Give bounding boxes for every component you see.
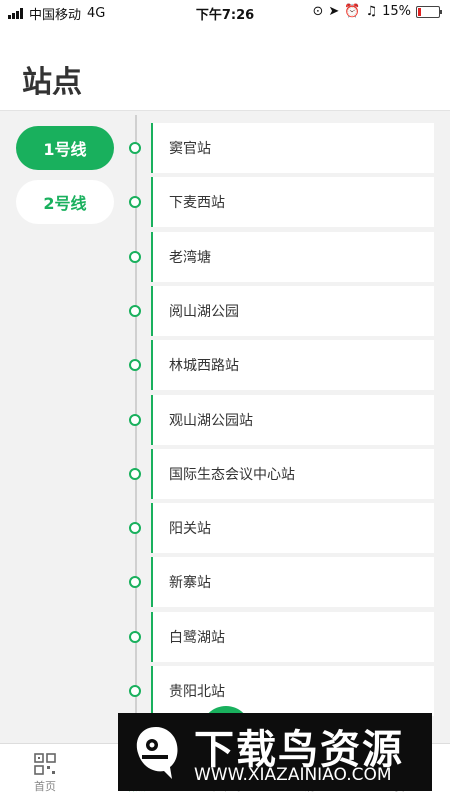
station-name: 白鹭湖站 — [151, 611, 434, 662]
station-row[interactable]: 国际生态会议中心站 — [128, 448, 434, 499]
watermark-banner: 下载鸟资源 WWW.XIAZAINIAO.COM — [118, 713, 432, 791]
station-dot-icon — [129, 522, 141, 535]
station-row[interactable]: 新寨站 — [128, 557, 434, 608]
line-tab-1[interactable]: 1号线 — [16, 126, 114, 170]
station-row[interactable]: 阳关站 — [128, 503, 434, 554]
station-row[interactable]: 窦官站 — [128, 123, 434, 173]
station-name: 下麦西站 — [151, 177, 434, 228]
lock-rotation-icon: ⊙ — [312, 4, 324, 19]
station-row[interactable]: 老湾塘 — [128, 231, 434, 282]
line-tab-2[interactable]: 2号线 — [16, 180, 114, 224]
station-row[interactable]: 观山湖公园站 — [128, 394, 434, 445]
status-right: ⊙ ➤ ⏰ ♫ 15% — [312, 4, 442, 19]
station-name: 国际生态会议中心站 — [151, 448, 434, 499]
station-dot-icon — [129, 142, 141, 154]
watermark-url: WWW.XIAZAINIAO.COM — [194, 765, 392, 785]
station-name: 观山湖公园站 — [151, 394, 434, 445]
station-name: 窦官站 — [151, 123, 434, 173]
station-row[interactable]: 白鹭湖站 — [128, 611, 434, 662]
page-header: 站点 — [0, 24, 450, 111]
station-dot-icon — [129, 304, 141, 317]
location-icon: ➤ — [328, 4, 340, 19]
station-dot-icon — [129, 630, 141, 643]
station-name: 贵阳北站 — [151, 666, 434, 716]
station-dot-icon — [129, 413, 141, 426]
tab-home-label: 首页 — [34, 780, 56, 793]
station-dot-icon — [129, 685, 141, 697]
station-row[interactable]: 阅山湖公园 — [128, 285, 434, 336]
tab-home[interactable]: 首页 — [0, 744, 90, 801]
station-name: 阳关站 — [151, 503, 434, 554]
station-dot-icon — [129, 576, 141, 589]
bird-logo-icon — [136, 727, 178, 779]
station-dot-icon — [129, 359, 141, 372]
battery-percent: 15% — [382, 4, 411, 19]
station-row[interactable]: 林城西路站 — [128, 340, 434, 391]
alarm-icon: ⏰ — [344, 4, 361, 19]
station-row[interactable]: 下麦西站 — [128, 177, 434, 228]
station-name: 新寨站 — [151, 557, 434, 608]
station-dot-icon — [129, 467, 141, 480]
battery-icon — [416, 5, 442, 18]
headphones-icon: ♫ — [365, 4, 378, 19]
qr-code-icon — [34, 753, 56, 775]
station-name: 老湾塘 — [151, 231, 434, 282]
station-name: 林城西路站 — [151, 340, 434, 391]
station-row[interactable]: 贵阳北站 — [128, 666, 434, 716]
station-dot-icon — [129, 250, 141, 263]
station-dot-icon — [129, 196, 141, 209]
page-title: 站点 — [22, 65, 82, 100]
station-name: 阅山湖公园 — [151, 285, 434, 336]
status-bar: 中国移动 4G 下午7:26 ⊙ ➤ ⏰ ♫ 15% — [0, 0, 450, 24]
